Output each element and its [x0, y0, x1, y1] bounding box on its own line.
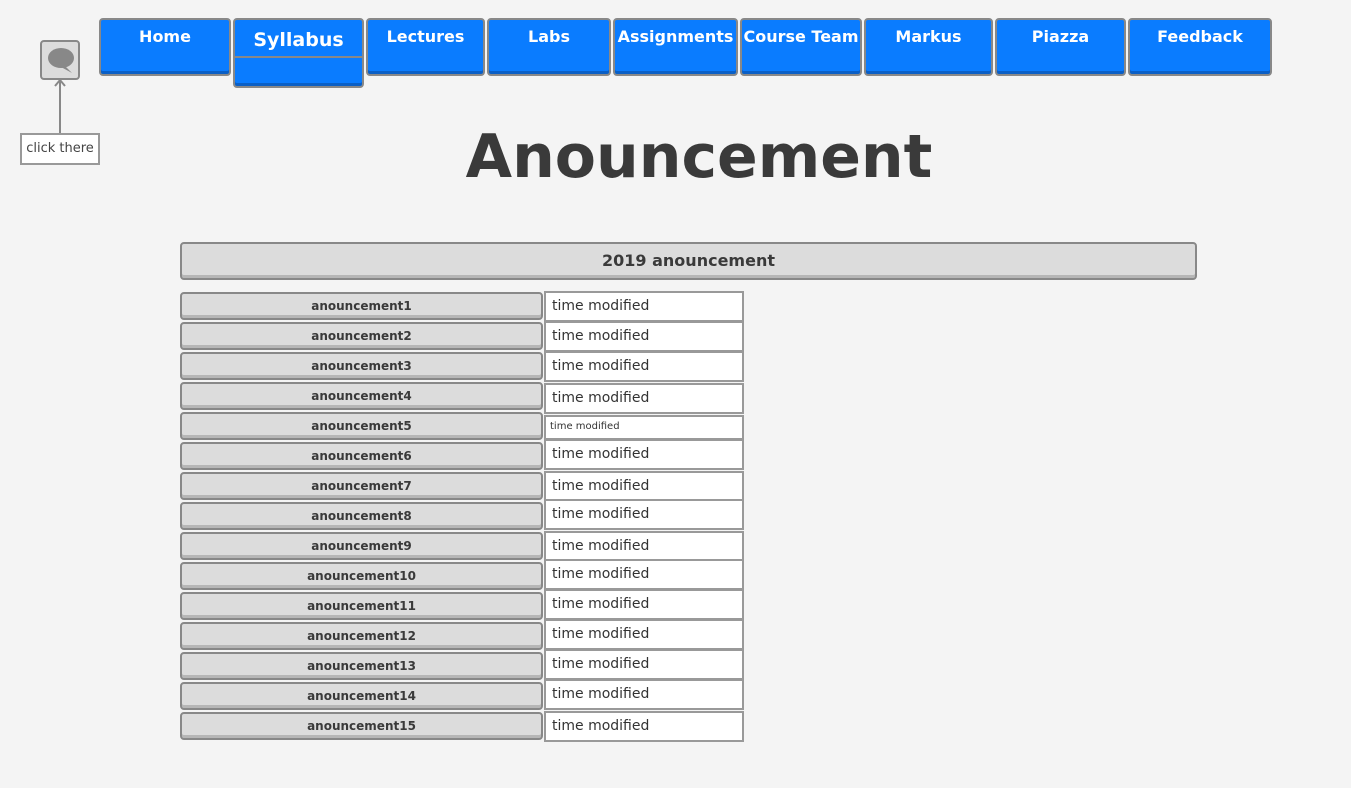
time-modified-cell: time modified	[544, 559, 744, 590]
nav-syllabus-divider	[235, 56, 362, 58]
nav-syllabus-button[interactable]: Syllabus	[233, 18, 364, 88]
page-title: Anouncement	[465, 122, 933, 192]
announcement-button[interactable]: anouncement1	[180, 292, 543, 320]
list-item: anouncement14 time modified	[180, 679, 744, 712]
nav-markus-button[interactable]: Markus	[864, 18, 993, 76]
list-item: anouncement11 time modified	[180, 589, 744, 622]
time-modified-cell: time modified	[544, 351, 744, 382]
announcement-button[interactable]: anouncement6	[180, 442, 543, 470]
nav-feedback-button[interactable]: Feedback	[1128, 18, 1272, 76]
speech-bubble-icon	[48, 48, 74, 73]
announcement-button[interactable]: anouncement14	[180, 682, 543, 710]
announcement-button[interactable]: anouncement4	[180, 382, 543, 410]
list-item: anouncement1 time modified	[180, 291, 744, 322]
nav-course-team-button[interactable]: Course Team	[740, 18, 862, 76]
list-item: anouncement7 time modified	[180, 471, 744, 502]
announcement-button[interactable]: anouncement15	[180, 712, 543, 740]
time-modified-cell: time modified	[544, 415, 744, 440]
list-item: anouncement15 time modified	[180, 711, 744, 742]
list-item: anouncement9 time modified	[180, 531, 744, 562]
announcement-button[interactable]: anouncement11	[180, 592, 543, 620]
list-item: anouncement2 time modified	[180, 321, 744, 352]
list-item: anouncement12 time modified	[180, 619, 744, 652]
announcement-button[interactable]: anouncement10	[180, 562, 543, 590]
nav-syllabus-label: Syllabus	[253, 29, 344, 51]
nav-lectures-button[interactable]: Lectures	[366, 18, 485, 76]
announcement-button[interactable]: anouncement2	[180, 322, 543, 350]
time-modified-cell: time modified	[544, 499, 744, 530]
time-modified-cell: time modified	[544, 439, 744, 470]
chat-button[interactable]	[40, 40, 80, 80]
time-modified-cell: time modified	[544, 649, 744, 680]
time-modified-cell: time modified	[544, 711, 744, 742]
announcement-button[interactable]: anouncement9	[180, 532, 543, 560]
list-item: anouncement5 time modified	[180, 412, 744, 442]
list-item: anouncement3 time modified	[180, 351, 744, 382]
list-item: anouncement4 time modified	[180, 382, 744, 414]
nav-assignments-button[interactable]: Assignments	[613, 18, 738, 76]
nav-labs-button[interactable]: Labs	[487, 18, 611, 76]
list-item: anouncement8 time modified	[180, 499, 744, 532]
list-item: anouncement6 time modified	[180, 439, 744, 472]
time-modified-cell: time modified	[544, 679, 744, 710]
year-section-button[interactable]: 2019 anouncement	[180, 242, 1197, 280]
time-modified-cell: time modified	[544, 531, 744, 562]
announcement-button[interactable]: anouncement3	[180, 352, 543, 380]
list-item: anouncement13 time modified	[180, 649, 744, 682]
announcement-button[interactable]: anouncement7	[180, 472, 543, 500]
time-modified-cell: time modified	[544, 471, 744, 502]
announcement-button[interactable]: anouncement12	[180, 622, 543, 650]
announcement-button[interactable]: anouncement8	[180, 502, 543, 530]
time-modified-cell: time modified	[544, 321, 744, 352]
time-modified-cell: time modified	[544, 589, 744, 620]
time-modified-cell: time modified	[544, 619, 744, 650]
nav-piazza-button[interactable]: Piazza	[995, 18, 1126, 76]
list-item: anouncement10 time modified	[180, 559, 744, 592]
announcement-button[interactable]: anouncement5	[180, 412, 543, 440]
announcement-button[interactable]: anouncement13	[180, 652, 543, 680]
time-modified-cell: time modified	[544, 383, 744, 414]
nav-home-button[interactable]: Home	[99, 18, 231, 76]
time-modified-cell: time modified	[544, 291, 744, 322]
